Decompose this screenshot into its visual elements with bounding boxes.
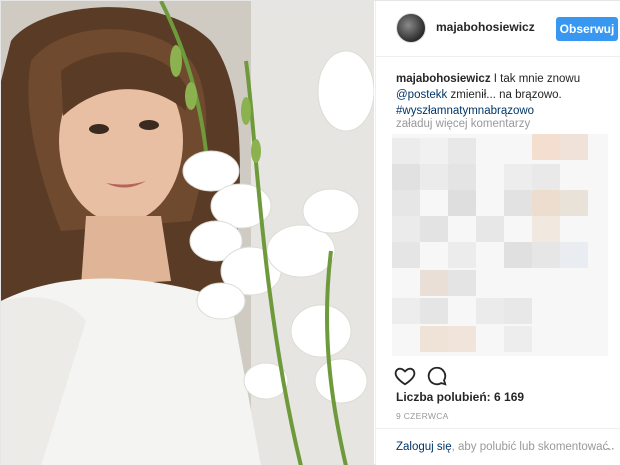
photo-illustration <box>1 1 374 465</box>
caption-mention[interactable]: @postekk <box>396 89 447 101</box>
ellipsis-icon[interactable]: ⋯ <box>602 441 616 457</box>
login-link[interactable]: Zaloguj się <box>396 441 452 453</box>
heart-icon[interactable] <box>394 365 416 387</box>
post-sidebar: majabohosiewicz Obserwuj majabohosiewicz… <box>375 1 620 465</box>
login-prompt-text: , aby polubić lub skomentować. <box>451 441 612 453</box>
avatar[interactable] <box>396 13 426 43</box>
post-date[interactable]: 9 CZERWCA <box>396 411 449 421</box>
likes-label: Liczba polubień: <box>396 390 491 404</box>
caption-author[interactable]: majabohosiewicz <box>396 73 491 85</box>
caption: majabohosiewicz I tak mnie znowu @postek… <box>396 71 616 119</box>
instagram-post: majabohosiewicz Obserwuj majabohosiewicz… <box>0 0 620 465</box>
caption-text-1: I tak mnie znowu <box>493 73 581 85</box>
post-footer: Zaloguj się, aby polubić lub skomentować… <box>376 428 620 465</box>
login-prompt: Zaloguj się, aby polubić lub skomentować… <box>396 441 611 453</box>
pixelated-comments <box>392 134 608 356</box>
caption-hashtag[interactable]: #wyszłamnatymnabrązowo <box>396 105 534 117</box>
header-username[interactable]: majabohosiewicz <box>436 20 535 34</box>
likes-count[interactable]: Liczba polubień: 6 169 <box>396 390 524 404</box>
follow-button[interactable]: Obserwuj <box>556 17 618 41</box>
post-photo[interactable] <box>1 1 374 465</box>
likes-number: 6 169 <box>494 390 525 404</box>
caption-text-2: zmienił... na brązowo. <box>450 89 562 101</box>
post-header: majabohosiewicz Obserwuj <box>376 1 620 57</box>
comment-icon[interactable] <box>426 365 448 387</box>
load-more-comments[interactable]: załaduj więcej komentarzy <box>396 118 530 130</box>
